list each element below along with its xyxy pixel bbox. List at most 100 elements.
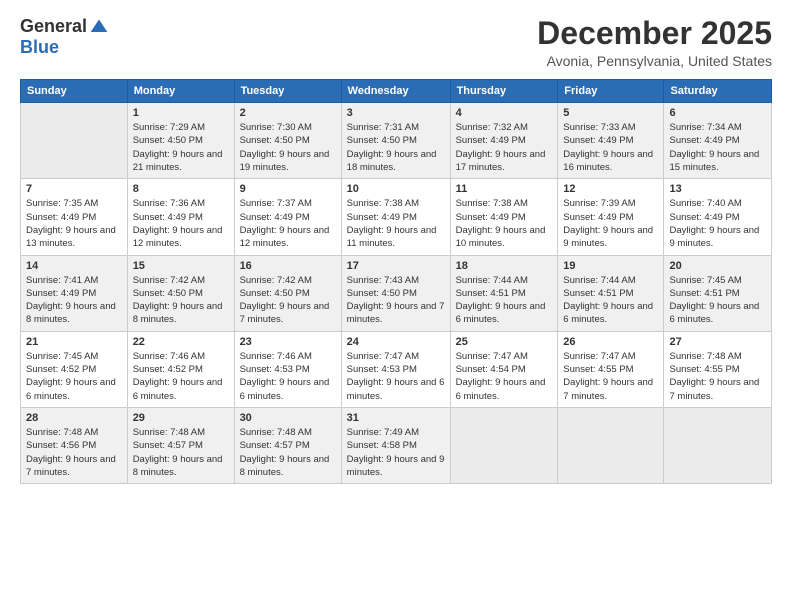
day-info: Sunrise: 7:45 AM Sunset: 4:52 PM Dayligh… <box>26 350 122 403</box>
day-number: 10 <box>347 183 445 195</box>
day-number: 15 <box>133 260 229 272</box>
day-info: Sunrise: 7:38 AM Sunset: 4:49 PM Dayligh… <box>456 197 553 250</box>
day-info: Sunrise: 7:39 AM Sunset: 4:49 PM Dayligh… <box>563 197 658 250</box>
calendar-cell <box>664 407 772 483</box>
calendar-cell: 15 Sunrise: 7:42 AM Sunset: 4:50 PM Dayli… <box>127 255 234 331</box>
day-number: 17 <box>347 260 445 272</box>
calendar-cell <box>450 407 558 483</box>
calendar-cell: 26 Sunrise: 7:47 AM Sunset: 4:55 PM Dayli… <box>558 331 664 407</box>
day-info: Sunrise: 7:47 AM Sunset: 4:53 PM Dayligh… <box>347 350 445 403</box>
logo-blue-text: Blue <box>20 37 59 58</box>
day-number: 1 <box>133 107 229 119</box>
calendar-cell: 28 Sunrise: 7:48 AM Sunset: 4:56 PM Dayli… <box>21 407 128 483</box>
day-info: Sunrise: 7:48 AM Sunset: 4:55 PM Dayligh… <box>669 350 766 403</box>
day-number: 19 <box>563 260 658 272</box>
day-number: 16 <box>240 260 336 272</box>
calendar-cell: 31Sunrise: 7:49 AM Sunset: 4:58 PM Dayli… <box>341 407 450 483</box>
day-number: 8 <box>133 183 229 195</box>
calendar-cell: 3Sunrise: 7:31 AM Sunset: 4:50 PM Daylig… <box>341 103 450 179</box>
calendar-week-row: 21 Sunrise: 7:45 AM Sunset: 4:52 PM Dayli… <box>21 331 772 407</box>
day-info: Sunrise: 7:34 AM Sunset: 4:49 PM Dayligh… <box>669 121 766 174</box>
day-number: 21 <box>26 336 122 348</box>
header-saturday: Saturday <box>664 80 772 103</box>
day-info: Sunrise: 7:41 AM Sunset: 4:49 PM Dayligh… <box>26 274 122 327</box>
day-number: 5 <box>563 107 658 119</box>
day-number: 20 <box>669 260 766 272</box>
logo-icon <box>89 17 109 37</box>
day-number: 23 <box>240 336 336 348</box>
day-info: Sunrise: 7:36 AM Sunset: 4:49 PM Dayligh… <box>133 197 229 250</box>
day-info: Sunrise: 7:31 AM Sunset: 4:50 PM Dayligh… <box>347 121 445 174</box>
header: General Blue December 2025 Avonia, Penns… <box>20 16 772 69</box>
calendar-cell <box>21 103 128 179</box>
day-number: 14 <box>26 260 122 272</box>
location: Avonia, Pennsylvania, United States <box>537 53 772 69</box>
day-info: Sunrise: 7:45 AM Sunset: 4:51 PM Dayligh… <box>669 274 766 327</box>
calendar-cell: 22 Sunrise: 7:46 AM Sunset: 4:52 PM Dayli… <box>127 331 234 407</box>
calendar-cell: 8 Sunrise: 7:36 AM Sunset: 4:49 PM Daylig… <box>127 179 234 255</box>
day-number: 12 <box>563 183 658 195</box>
calendar-cell: 9Sunrise: 7:37 AM Sunset: 4:49 PM Daylig… <box>234 179 341 255</box>
day-info: Sunrise: 7:47 AM Sunset: 4:55 PM Dayligh… <box>563 350 658 403</box>
calendar-cell: 4Sunrise: 7:32 AM Sunset: 4:49 PM Daylig… <box>450 103 558 179</box>
day-number: 31 <box>347 412 445 424</box>
logo: General Blue <box>20 16 109 58</box>
calendar-cell: 7 Sunrise: 7:35 AM Sunset: 4:49 PM Daylig… <box>21 179 128 255</box>
day-number: 9 <box>240 183 336 195</box>
month-title: December 2025 <box>537 16 772 51</box>
day-info: Sunrise: 7:46 AM Sunset: 4:52 PM Dayligh… <box>133 350 229 403</box>
header-friday: Friday <box>558 80 664 103</box>
day-number: 18 <box>456 260 553 272</box>
calendar-week-row: 7 Sunrise: 7:35 AM Sunset: 4:49 PM Daylig… <box>21 179 772 255</box>
weekday-header-row: Sunday Monday Tuesday Wednesday Thursday… <box>21 80 772 103</box>
day-info: Sunrise: 7:35 AM Sunset: 4:49 PM Dayligh… <box>26 197 122 250</box>
calendar: Sunday Monday Tuesday Wednesday Thursday… <box>20 79 772 484</box>
header-wednesday: Wednesday <box>341 80 450 103</box>
header-monday: Monday <box>127 80 234 103</box>
day-info: Sunrise: 7:43 AM Sunset: 4:50 PM Dayligh… <box>347 274 445 327</box>
day-info: Sunrise: 7:44 AM Sunset: 4:51 PM Dayligh… <box>563 274 658 327</box>
calendar-cell: 24Sunrise: 7:47 AM Sunset: 4:53 PM Dayli… <box>341 331 450 407</box>
calendar-week-row: 28 Sunrise: 7:48 AM Sunset: 4:56 PM Dayli… <box>21 407 772 483</box>
day-info: Sunrise: 7:48 AM Sunset: 4:57 PM Dayligh… <box>240 426 336 479</box>
calendar-cell: 5Sunrise: 7:33 AM Sunset: 4:49 PM Daylig… <box>558 103 664 179</box>
calendar-cell: 14 Sunrise: 7:41 AM Sunset: 4:49 PM Dayli… <box>21 255 128 331</box>
day-number: 4 <box>456 107 553 119</box>
calendar-cell: 18 Sunrise: 7:44 AM Sunset: 4:51 PM Dayli… <box>450 255 558 331</box>
day-info: Sunrise: 7:47 AM Sunset: 4:54 PM Dayligh… <box>456 350 553 403</box>
day-number: 28 <box>26 412 122 424</box>
day-number: 22 <box>133 336 229 348</box>
day-info: Sunrise: 7:48 AM Sunset: 4:56 PM Dayligh… <box>26 426 122 479</box>
page: General Blue December 2025 Avonia, Penns… <box>0 0 792 612</box>
calendar-cell: 13Sunrise: 7:40 AM Sunset: 4:49 PM Dayli… <box>664 179 772 255</box>
day-number: 30 <box>240 412 336 424</box>
day-number: 6 <box>669 107 766 119</box>
day-info: Sunrise: 7:42 AM Sunset: 4:50 PM Dayligh… <box>133 274 229 327</box>
day-info: Sunrise: 7:46 AM Sunset: 4:53 PM Dayligh… <box>240 350 336 403</box>
calendar-cell: 6 Sunrise: 7:34 AM Sunset: 4:49 PM Daylig… <box>664 103 772 179</box>
day-info: Sunrise: 7:42 AM Sunset: 4:50 PM Dayligh… <box>240 274 336 327</box>
day-info: Sunrise: 7:29 AM Sunset: 4:50 PM Dayligh… <box>133 121 229 174</box>
day-number: 2 <box>240 107 336 119</box>
day-number: 25 <box>456 336 553 348</box>
calendar-cell: 21 Sunrise: 7:45 AM Sunset: 4:52 PM Dayli… <box>21 331 128 407</box>
calendar-cell: 23 Sunrise: 7:46 AM Sunset: 4:53 PM Dayli… <box>234 331 341 407</box>
day-info: Sunrise: 7:30 AM Sunset: 4:50 PM Dayligh… <box>240 121 336 174</box>
title-block: December 2025 Avonia, Pennsylvania, Unit… <box>537 16 772 69</box>
calendar-cell: 12 Sunrise: 7:39 AM Sunset: 4:49 PM Dayli… <box>558 179 664 255</box>
day-number: 7 <box>26 183 122 195</box>
calendar-cell: 20 Sunrise: 7:45 AM Sunset: 4:51 PM Dayli… <box>664 255 772 331</box>
day-info: Sunrise: 7:48 AM Sunset: 4:57 PM Dayligh… <box>133 426 229 479</box>
day-number: 29 <box>133 412 229 424</box>
calendar-cell: 1 Sunrise: 7:29 AM Sunset: 4:50 PM Daylig… <box>127 103 234 179</box>
calendar-week-row: 14 Sunrise: 7:41 AM Sunset: 4:49 PM Dayli… <box>21 255 772 331</box>
calendar-cell: 17 Sunrise: 7:43 AM Sunset: 4:50 PM Dayli… <box>341 255 450 331</box>
day-number: 26 <box>563 336 658 348</box>
day-number: 11 <box>456 183 553 195</box>
day-info: Sunrise: 7:44 AM Sunset: 4:51 PM Dayligh… <box>456 274 553 327</box>
header-tuesday: Tuesday <box>234 80 341 103</box>
calendar-cell: 19 Sunrise: 7:44 AM Sunset: 4:51 PM Dayli… <box>558 255 664 331</box>
calendar-cell: 25 Sunrise: 7:47 AM Sunset: 4:54 PM Dayli… <box>450 331 558 407</box>
calendar-cell: 10Sunrise: 7:38 AM Sunset: 4:49 PM Dayli… <box>341 179 450 255</box>
calendar-cell: 2 Sunrise: 7:30 AM Sunset: 4:50 PM Daylig… <box>234 103 341 179</box>
